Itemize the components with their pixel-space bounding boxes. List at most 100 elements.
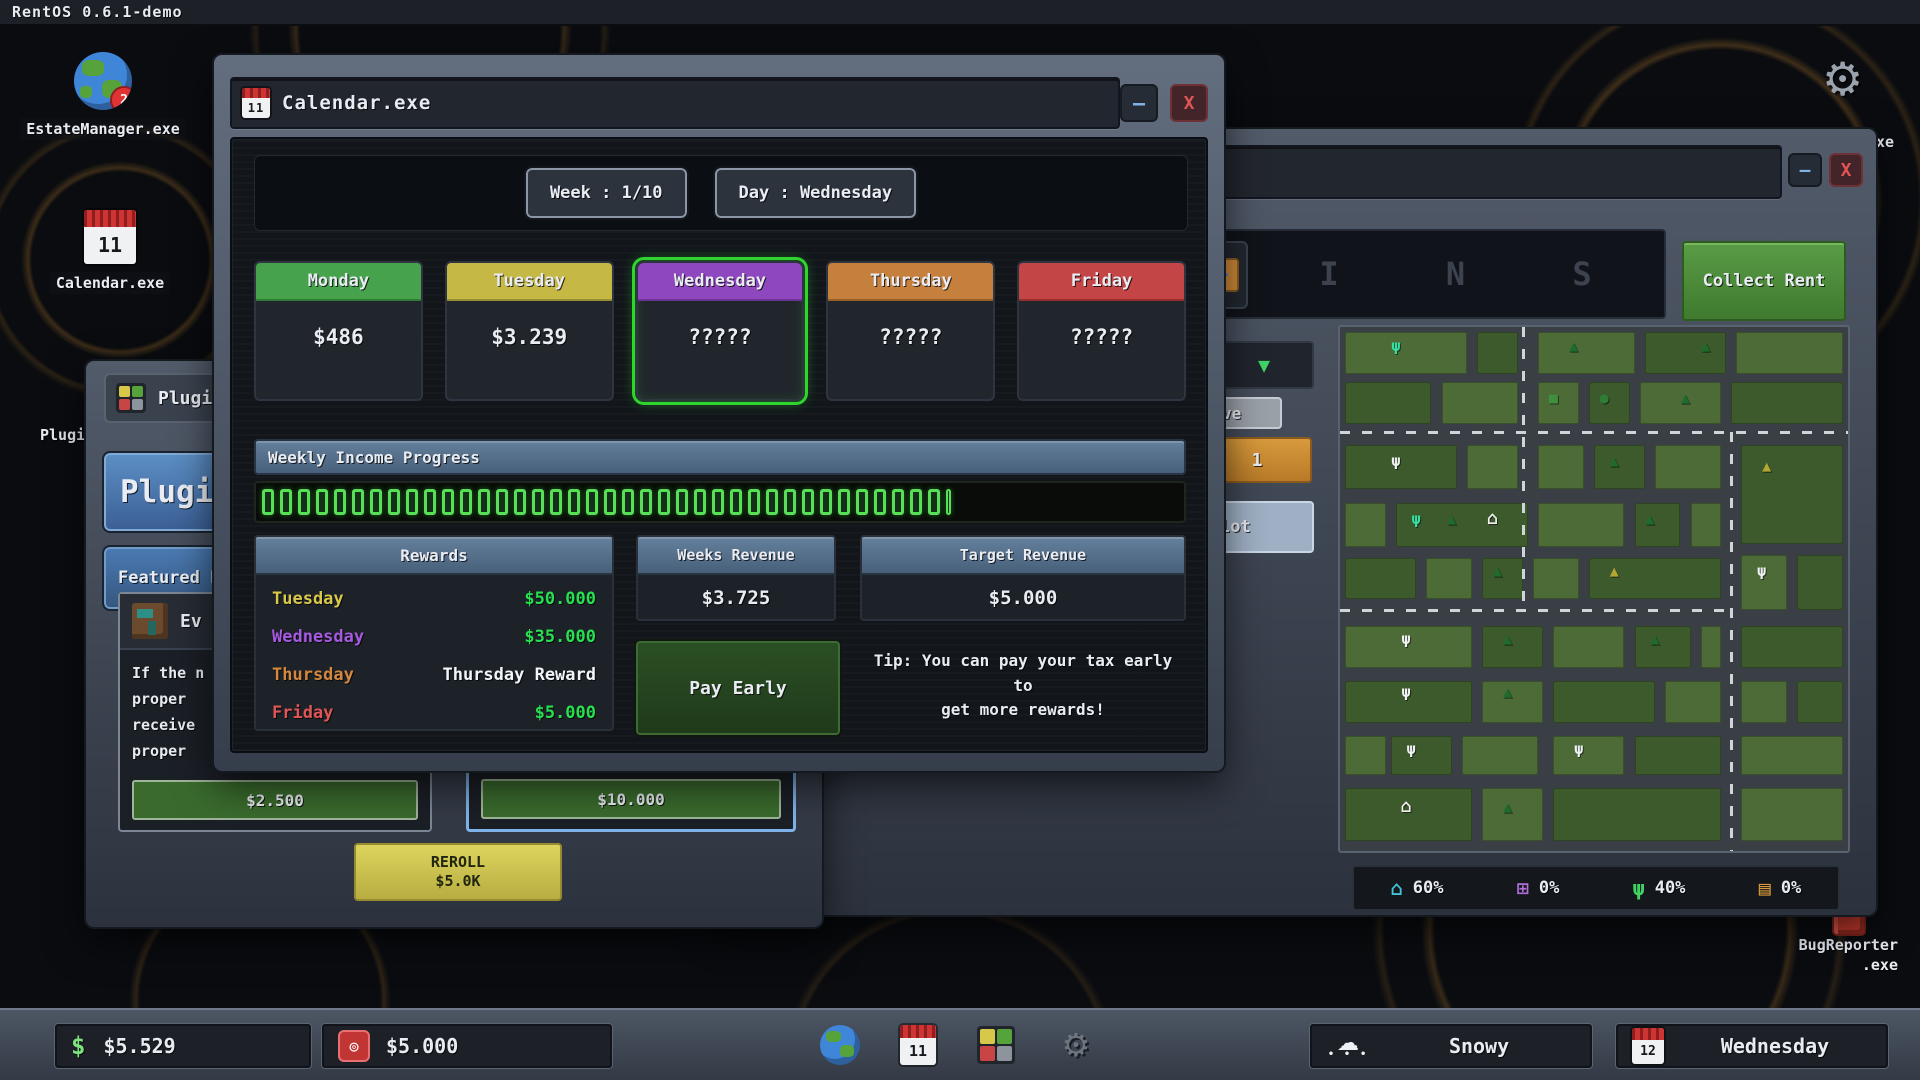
day-card-wednesday[interactable]: Wednesday????? (636, 261, 805, 401)
pine-icon: ▲ (1503, 800, 1512, 815)
map-parcel[interactable] (1691, 503, 1721, 548)
map-parcel[interactable] (1635, 626, 1691, 668)
map-parcel[interactable] (1741, 445, 1843, 545)
progress-segment (856, 489, 868, 515)
desktop: RentOS 0.6.1-demo 2 EstateManager.exe 11… (0, 0, 1920, 1080)
map-parcel[interactable] (1538, 445, 1584, 490)
map-parcel[interactable] (1345, 503, 1386, 548)
tree-rd-icon: ● (1600, 391, 1609, 406)
map-parcel[interactable] (1553, 626, 1624, 668)
desktop-icon-settings[interactable]: ⚙ (1822, 56, 1863, 102)
progress-segment (802, 489, 814, 515)
calendar-window-titlebar[interactable]: 11 Calendar.exe (230, 77, 1120, 129)
map-parcel[interactable] (1731, 382, 1843, 424)
day-card-friday[interactable]: Friday????? (1017, 261, 1186, 401)
map-parcel[interactable] (1741, 736, 1843, 775)
taskbar-item-settings[interactable]: ⚙ (1054, 1022, 1098, 1068)
pine-icon: ▲ (1503, 632, 1512, 647)
map-parcel[interactable] (1482, 681, 1543, 723)
day-card-monday[interactable]: Monday$486 (254, 261, 423, 401)
map-stats-bar: ⌂60% ⊞0% ψ40% ▤0% (1352, 865, 1840, 911)
map-parcel[interactable] (1482, 788, 1543, 840)
map-parcel[interactable] (1482, 558, 1523, 600)
taskbar-item-plugins[interactable] (974, 1022, 1018, 1068)
map-parcel[interactable] (1391, 736, 1452, 775)
progress-segment (838, 489, 850, 515)
map-parcel[interactable] (1797, 555, 1843, 610)
map-parcel[interactable] (1553, 681, 1655, 723)
map-parcel[interactable] (1635, 736, 1721, 775)
desktop-icon-label[interactable]: BugReporter (1772, 936, 1898, 954)
desktop-icon-estatemanager[interactable]: 2 EstateManager.exe (48, 52, 158, 140)
desktop-icon-label: Calendar.exe (50, 272, 170, 294)
week-indicator[interactable]: Week : 1/10 (526, 168, 687, 218)
building-icon (132, 603, 168, 639)
map-area[interactable]: ψ▲▲■●▲ψ▲▲ψ▲⌂▲ψ▲▲ψ▲▲ψ▲ψψ⌂▲ (1338, 325, 1850, 853)
map-parcel[interactable] (1345, 445, 1457, 490)
tax-display: ◎ $5.000 (322, 1024, 612, 1068)
target-revenue-panel: Target Revenue $5.000 (860, 535, 1186, 621)
map-parcel[interactable] (1635, 503, 1681, 548)
progress-segment (280, 489, 292, 515)
map-parcel[interactable] (1462, 736, 1538, 775)
map-parcel[interactable] (1426, 558, 1472, 600)
close-button[interactable]: X (1829, 153, 1863, 187)
pay-early-button[interactable]: Pay Early (636, 641, 840, 735)
minimize-button[interactable]: – (1788, 153, 1822, 187)
progress-segment (460, 489, 472, 515)
map-parcel[interactable] (1345, 382, 1431, 424)
map-parcel[interactable] (1477, 332, 1518, 374)
road-dashed-line (1522, 327, 1525, 605)
day-card-thursday[interactable]: Thursday????? (826, 261, 995, 401)
reward-row-friday: Friday$5.000 (256, 694, 612, 731)
buy-button[interactable]: $2.500 (132, 780, 418, 820)
reroll-button[interactable]: REROLL $5.0K (354, 843, 562, 901)
money-icon: $ (71, 1032, 85, 1060)
progress-segment-partial (946, 489, 951, 515)
map-parcel[interactable] (1345, 558, 1416, 600)
minimize-button[interactable]: – (1120, 84, 1158, 122)
notification-badge: 2 (110, 86, 132, 110)
map-parcel[interactable] (1538, 382, 1579, 424)
rewards-panel: Rewards Tuesday$50.000 Wednesday$35.000 … (254, 535, 614, 731)
pine-icon: ▲ (1569, 339, 1578, 354)
day-card-tuesday[interactable]: Tuesday$3.239 (445, 261, 614, 401)
map-parcel[interactable] (1741, 788, 1843, 840)
taskbar-item-estatemanager[interactable] (818, 1022, 862, 1068)
money-value: $5.529 (103, 1034, 175, 1058)
map-parcel[interactable] (1553, 736, 1624, 775)
map-parcel[interactable] (1736, 332, 1843, 374)
progress-segment (514, 489, 526, 515)
map-parcel[interactable] (1797, 681, 1843, 723)
map-parcel[interactable] (1442, 382, 1518, 424)
progress-segment (388, 489, 400, 515)
map-parcel[interactable] (1345, 332, 1467, 374)
map-parcel[interactable] (1741, 681, 1787, 723)
desktop-icon-calendar[interactable]: 11 Calendar.exe (70, 210, 150, 294)
desktop-label-fragment-plugin: Plugi (40, 426, 85, 444)
filter-chip[interactable]: ▼ (1214, 341, 1314, 389)
progress-segment (604, 489, 616, 515)
desktop-icon-label: EstateManager.exe (20, 118, 186, 140)
map-parcel[interactable] (1594, 445, 1645, 490)
map-parcel[interactable] (1645, 332, 1726, 374)
map-parcel[interactable] (1467, 445, 1518, 490)
close-button[interactable]: X (1170, 84, 1208, 122)
map-parcel[interactable] (1665, 681, 1721, 723)
collect-rent-button[interactable]: Collect Rent (1682, 241, 1846, 321)
map-parcel[interactable] (1533, 558, 1579, 600)
map-parcel[interactable] (1345, 736, 1386, 775)
map-parcel[interactable] (1701, 626, 1721, 668)
day-indicator[interactable]: Day : Wednesday (715, 168, 917, 218)
map-parcel[interactable] (1741, 626, 1843, 668)
map-parcel[interactable] (1482, 626, 1543, 668)
map-parcel[interactable] (1553, 788, 1721, 840)
taskbar-item-calendar[interactable]: 11 (896, 1022, 940, 1068)
map-parcel[interactable] (1589, 558, 1721, 600)
map-parcel[interactable] (1589, 382, 1630, 424)
map-parcel[interactable] (1538, 332, 1635, 374)
map-parcel[interactable] (1655, 445, 1721, 490)
map-parcel[interactable] (1538, 503, 1624, 548)
weekly-income-progress-bar (254, 481, 1186, 523)
buy-button[interactable]: $10.000 (481, 779, 781, 819)
